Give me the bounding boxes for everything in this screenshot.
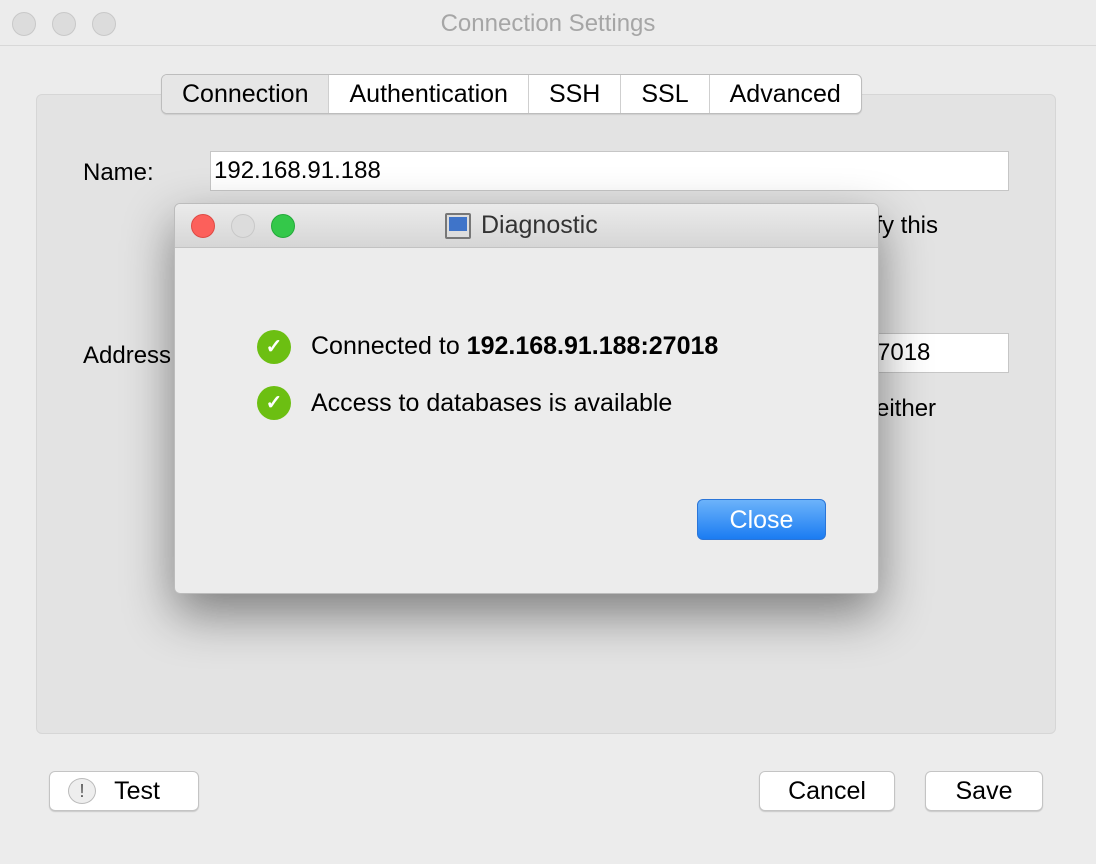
address-hint-text: either <box>876 395 937 422</box>
name-input[interactable]: 192.168.91.188 <box>210 151 1009 191</box>
dialog-title: Diagnostic <box>481 211 598 239</box>
test-button[interactable]: ! Test <box>49 771 199 811</box>
close-button[interactable]: Close <box>697 499 826 540</box>
name-label: Name: <box>83 159 154 186</box>
tab-bar: Connection Authentication SSH SSL Advanc… <box>161 74 862 114</box>
title-bar: Connection Settings <box>0 0 1096 46</box>
test-label: Test <box>114 777 160 805</box>
window-title: Connection Settings <box>440 10 656 37</box>
tab-authentication[interactable]: Authentication <box>329 75 529 113</box>
tab-connection[interactable]: Connection <box>162 75 330 113</box>
dialog-minimize-icon <box>231 214 255 238</box>
save-button[interactable]: Save <box>925 771 1043 811</box>
computer-icon <box>445 213 471 239</box>
connected-message: Connected to 192.168.91.188:27018 <box>311 332 719 360</box>
diagnostic-dialog: Diagnostic ✓ Connected to 192.168.91.188… <box>174 203 879 594</box>
dialog-title-bar: Diagnostic <box>175 204 878 248</box>
tab-ssh[interactable]: SSH <box>529 75 622 113</box>
tab-advanced[interactable]: Advanced <box>710 75 861 113</box>
success-check-icon: ✓ <box>257 386 291 420</box>
cancel-button[interactable]: Cancel <box>759 771 895 811</box>
dialog-zoom-icon[interactable] <box>271 214 295 238</box>
tab-ssl[interactable]: SSL <box>621 75 710 113</box>
exclamation-bubble-icon: ! <box>68 778 96 804</box>
address-label: Address <box>83 342 172 369</box>
access-message: Access to databases is available <box>311 389 673 417</box>
port-input[interactable]: 7018 <box>860 333 1009 373</box>
dialog-close-icon[interactable] <box>191 214 215 238</box>
name-hint-text: ify this <box>870 212 939 239</box>
success-check-icon: ✓ <box>257 330 291 364</box>
